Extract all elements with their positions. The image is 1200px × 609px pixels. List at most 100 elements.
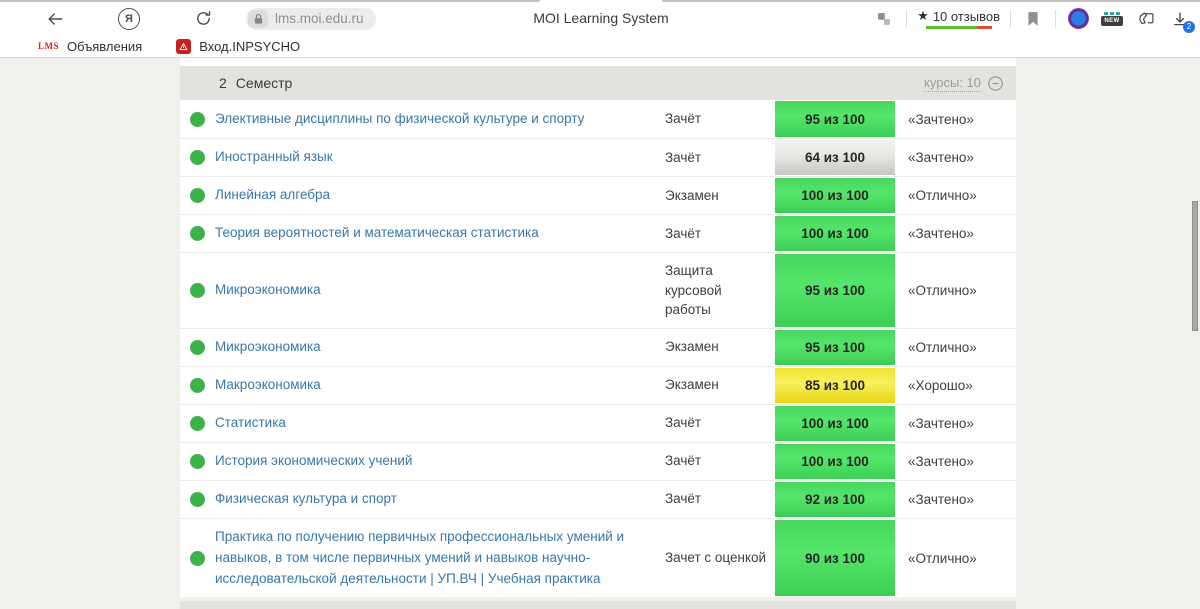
status-cell xyxy=(180,177,215,214)
bookmark-item-inpsycho[interactable]: Вход.INPSYCHO xyxy=(176,39,300,54)
screenshot-extension-button[interactable]: NEW xyxy=(1100,7,1124,31)
course-name-cell: Линейная алгебра xyxy=(215,177,665,214)
status-cell xyxy=(180,215,215,252)
site-reviews-widget[interactable]: ★ 10 отзывов xyxy=(917,8,1000,29)
status-cell xyxy=(180,367,215,404)
assessment-type-text: Зачёт xyxy=(665,443,775,480)
score-badge: 100 из 100 xyxy=(775,444,895,479)
tab-title-text: MOI Learning System xyxy=(533,10,668,26)
course-name-cell: История экономических учений xyxy=(215,443,665,480)
grade-text: «Отлично» xyxy=(895,329,1016,366)
grade-text: «Зачтено» xyxy=(895,139,1016,176)
score-badge: 95 из 100 xyxy=(775,330,895,365)
grade-text: «Отлично» xyxy=(895,253,1016,328)
semester-collapse-control[interactable]: курсы: 10 xyxy=(924,75,1004,92)
page-scrollbar-thumb[interactable] xyxy=(1192,201,1198,331)
assessment-type-text: Зачёт xyxy=(665,405,775,442)
score-cell: 100 из 100 xyxy=(775,443,895,480)
colorful-circle-icon xyxy=(1068,8,1089,29)
active-tab[interactable]: MOI Learning System xyxy=(540,0,662,35)
course-link[interactable]: Микроэкономика xyxy=(215,280,321,301)
assessment-type-text: Зачёт xyxy=(665,139,775,176)
hand-card-extension-button[interactable] xyxy=(1134,7,1158,31)
reviews-count-label: 10 отзывов xyxy=(933,9,1000,24)
bookmark-label: Объявления xyxy=(67,39,142,54)
score-cell: 100 из 100 xyxy=(775,177,895,214)
toolbar-separator xyxy=(1010,10,1011,28)
yandex-icon: Я xyxy=(118,8,140,30)
extension-profile-button[interactable] xyxy=(1066,7,1090,31)
course-link[interactable]: Теория вероятностей и математическая ста… xyxy=(215,223,539,244)
status-dot-icon xyxy=(190,283,205,298)
table-row: Микроэкономика Экзамен 95 из 100 «Отличн… xyxy=(180,328,1016,366)
bookmark-label: Вход.INPSYCHO xyxy=(199,39,300,54)
score-badge: 100 из 100 xyxy=(775,406,895,441)
lms-logo-icon: LMS xyxy=(38,41,59,51)
toolbar-separator xyxy=(1055,10,1056,28)
download-count-badge: 2 xyxy=(1183,21,1195,33)
course-link[interactable]: Элективные дисциплины по физической куль… xyxy=(215,109,584,130)
bookmark-flag-button[interactable] xyxy=(1021,7,1045,31)
score-cell: 85 из 100 xyxy=(775,367,895,404)
course-link[interactable]: Макроэкономика xyxy=(215,375,321,396)
status-cell xyxy=(180,405,215,442)
status-cell xyxy=(180,100,215,138)
bookmark-item-announcements[interactable]: LMS Объявления xyxy=(38,39,142,54)
address-bar[interactable]: lms.moi.edu.ru xyxy=(246,8,376,30)
table-row: История экономических учений Зачёт 100 и… xyxy=(180,442,1016,480)
status-dot-icon xyxy=(190,340,205,355)
assessment-type-text: Зачёт xyxy=(665,481,775,518)
collapse-minus-icon[interactable] xyxy=(987,75,1004,92)
course-link[interactable]: Линейная алгебра xyxy=(215,185,330,206)
table-row: Макроэкономика Экзамен 85 из 100 «Хорошо… xyxy=(180,366,1016,404)
inpsycho-logo-icon xyxy=(176,39,191,54)
browser-toolbar: Я lms.moi.edu.ru MOI Learning System ★ 1… xyxy=(0,0,1200,35)
score-badge: 64 из 100 xyxy=(775,140,895,175)
course-link[interactable]: Практика по получению первичных професси… xyxy=(215,527,651,590)
assessment-type-text: Защита курсовой работы xyxy=(665,253,775,328)
reviews-rating-bar xyxy=(926,26,992,29)
hand-card-icon xyxy=(1137,10,1156,28)
bookmark-icon xyxy=(1026,11,1040,27)
semester-label: Семестр xyxy=(236,75,293,91)
status-dot-icon xyxy=(190,454,205,469)
course-name-cell: Элективные дисциплины по физической куль… xyxy=(215,100,665,138)
semester-number: 2 xyxy=(219,75,227,91)
status-cell xyxy=(180,519,215,598)
status-dot-icon xyxy=(190,150,205,165)
protect-flag-icon[interactable] xyxy=(872,7,896,31)
refresh-icon xyxy=(194,9,213,28)
status-dot-icon xyxy=(190,378,205,393)
back-arrow-icon xyxy=(45,9,65,29)
score-cell: 95 из 100 xyxy=(775,329,895,366)
score-cell: 95 из 100 xyxy=(775,253,895,328)
yandex-home-button[interactable]: Я xyxy=(112,5,146,33)
back-button[interactable] xyxy=(38,5,72,33)
downloads-button[interactable]: 2 xyxy=(1168,7,1192,31)
semester-header: 2 Семестр курсы: 10 xyxy=(180,66,1016,100)
score-badge: 92 из 100 xyxy=(775,482,895,517)
status-dot-icon xyxy=(190,112,205,127)
previous-row-remnant xyxy=(180,58,1016,66)
status-dot-icon xyxy=(190,492,205,507)
table-row: Статистика Зачёт 100 из 100 «Зачтено» xyxy=(180,404,1016,442)
url-text: lms.moi.edu.ru xyxy=(275,11,364,26)
score-badge: 85 из 100 xyxy=(775,368,895,403)
score-cell: 100 из 100 xyxy=(775,405,895,442)
refresh-button[interactable] xyxy=(186,5,220,33)
score-badge: 90 из 100 xyxy=(775,520,895,597)
status-cell xyxy=(180,139,215,176)
table-row: Иностранный язык Зачёт 64 из 100 «Зачтен… xyxy=(180,138,1016,176)
grade-text: «Зачтено» xyxy=(895,100,1016,138)
course-link[interactable]: Физическая культура и спорт xyxy=(215,489,397,510)
assessment-type-text: Экзамен xyxy=(665,177,775,214)
grade-text: «Отлично» xyxy=(895,177,1016,214)
score-badge: 100 из 100 xyxy=(775,216,895,251)
course-link[interactable]: История экономических учений xyxy=(215,451,412,472)
grade-text: «Зачтено» xyxy=(895,443,1016,480)
course-link[interactable]: Иностранный язык xyxy=(215,147,333,168)
course-link[interactable]: Микроэкономика xyxy=(215,337,321,358)
courses-count-link[interactable]: курсы: 10 xyxy=(924,75,981,92)
course-link[interactable]: Статистика xyxy=(215,413,286,434)
course-name-cell: Иностранный язык xyxy=(215,139,665,176)
